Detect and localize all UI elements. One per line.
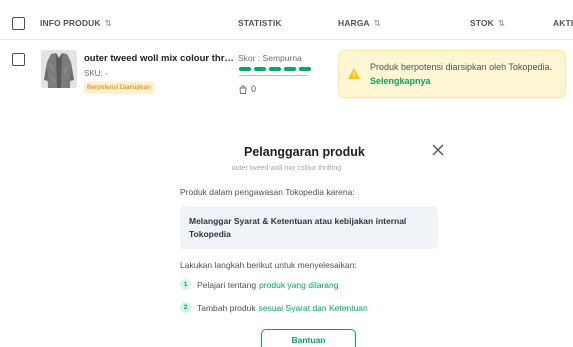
alert-message: Produk berpotensi diarsipkan oleh Tokope… xyxy=(370,60,560,88)
sort-icon[interactable]: ⇅ xyxy=(374,18,381,28)
header-statistik: STATISTIK xyxy=(238,18,282,28)
alert-link[interactable]: Selengkapnya xyxy=(370,76,431,86)
close-icon[interactable] xyxy=(431,143,445,157)
modal-subtitle: outer tweed woll mix colour thrifting xyxy=(231,165,342,172)
score-bar xyxy=(239,67,311,71)
header-divider xyxy=(0,39,573,40)
step-item: 2 Tambah produk sesuai Syarat dan Ketent… xyxy=(180,302,368,313)
modal-title: Pelanggaran produk xyxy=(244,145,365,159)
sort-icon[interactable]: ⇅ xyxy=(105,18,112,28)
row-checkbox[interactable] xyxy=(12,53,25,66)
warning-icon xyxy=(348,68,360,79)
bag-icon xyxy=(239,84,247,94)
status-badge: Berpotensi Diarsipkan xyxy=(84,82,154,94)
step-item: 1 Pelajari tentang produk yang dilarang xyxy=(180,279,338,290)
header-harga-label: HARGA xyxy=(338,18,370,28)
violation-reason: Melanggar Syarat & Ketentuan atau kebija… xyxy=(180,206,438,249)
score-label: Skor : Sempurna xyxy=(238,53,302,63)
product-sku: SKU: - xyxy=(84,69,108,78)
steps-title: Lakukan langkah berikut untuk menyelesai… xyxy=(180,260,357,270)
product-name[interactable]: outer tweed woll mix colour thrif... xyxy=(84,53,234,64)
select-all-checkbox[interactable] xyxy=(12,17,25,30)
header-stok[interactable]: STOK ⇅ xyxy=(470,18,505,29)
score-segment xyxy=(284,67,296,71)
step-number: 1 xyxy=(180,279,191,290)
header-stok-label: STOK xyxy=(470,18,494,28)
score-segment xyxy=(239,67,251,71)
modal-intro: Produk dalam pengawasan Tokopedia karena… xyxy=(180,187,355,197)
view-count: 0 xyxy=(239,84,256,94)
header-harga[interactable]: HARGA ⇅ xyxy=(338,18,381,29)
header-info-produk-label: INFO PRODUK xyxy=(40,18,101,28)
sort-icon[interactable]: ⇅ xyxy=(498,18,505,28)
prohibited-products-link[interactable]: produk yang dilarang xyxy=(259,280,338,290)
help-button[interactable]: Bantuan xyxy=(261,329,356,347)
product-thumbnail[interactable] xyxy=(41,50,77,88)
step-text: Pelajari tentang xyxy=(197,279,257,290)
step-text: Tambah produk xyxy=(197,302,256,313)
header-info-produk[interactable]: INFO PRODUK ⇅ xyxy=(40,18,112,29)
score-underline xyxy=(239,75,308,76)
score-segment xyxy=(269,67,281,71)
score-segment xyxy=(299,67,311,71)
terms-link[interactable]: sesuai Syarat dan Ketentuan xyxy=(259,303,368,313)
score-segment xyxy=(254,67,266,71)
alert-text: Produk berpotensi diarsipkan oleh Tokope… xyxy=(370,62,552,72)
header-aksi: AKTI xyxy=(553,18,573,28)
view-count-value: 0 xyxy=(251,84,257,94)
step-number: 2 xyxy=(180,302,191,313)
warning-alert: Produk berpotensi diarsipkan oleh Tokope… xyxy=(338,50,566,98)
